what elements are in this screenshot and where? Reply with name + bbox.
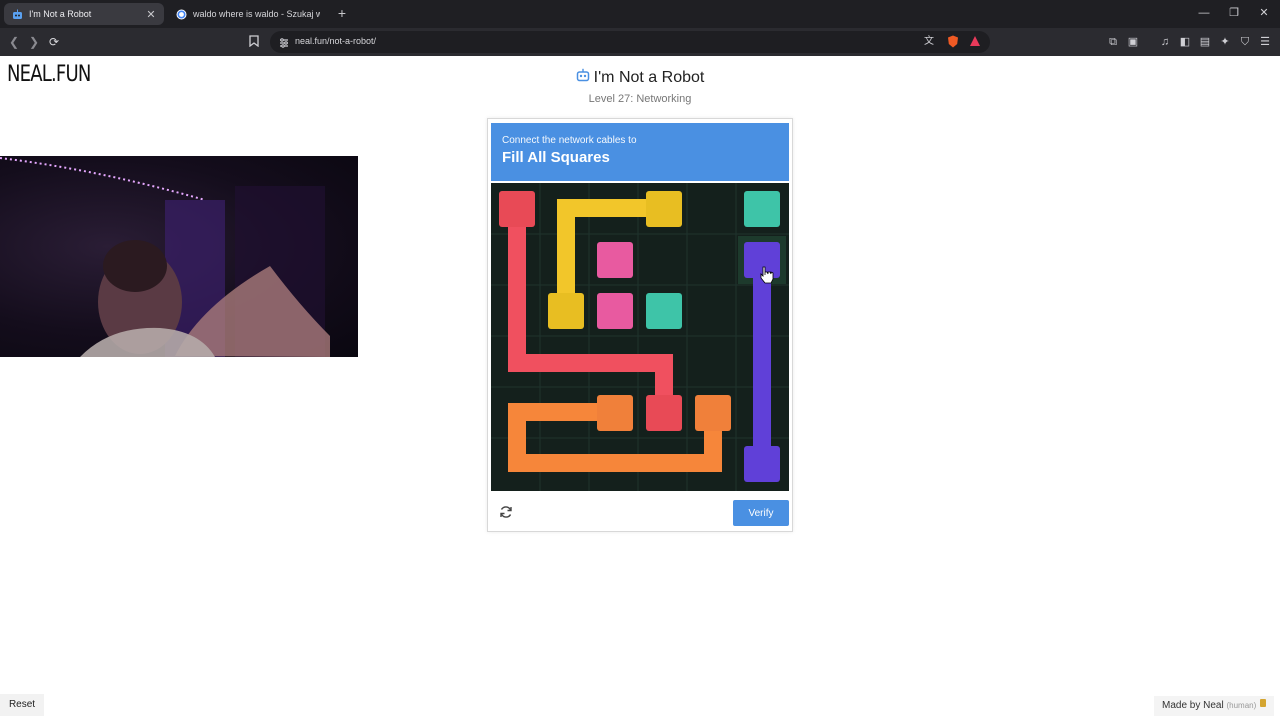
captcha-header: Connect the network cables to Fill All S… [491, 123, 789, 181]
site-info-icon[interactable] [278, 36, 290, 48]
webcam-overlay [0, 156, 358, 357]
captcha-footer: Verify [491, 493, 789, 529]
reset-button[interactable]: Reset [0, 694, 44, 716]
site-logo[interactable]: NEAL.FUN [7, 62, 91, 87]
page-heading: I'm Not a Robot Level 27: Networking [540, 68, 740, 105]
sidebar-icon[interactable]: ◧ [1178, 35, 1192, 49]
translate-icon[interactable]: 文 [922, 35, 936, 49]
captcha-instruction: Connect the network cables to [502, 135, 637, 146]
wallet-icon[interactable]: ▤ [1198, 35, 1212, 49]
node-red [646, 395, 682, 431]
node-pink [597, 242, 633, 278]
vpn-shield-icon[interactable]: ⛉ [1238, 35, 1252, 49]
forward-icon[interactable]: ❯ [26, 34, 42, 50]
robot-icon [12, 9, 23, 20]
node-teal [646, 293, 682, 329]
tab-bar: I'm Not a Robot ✕ waldo where is waldo -… [0, 0, 1280, 28]
cable-red [508, 209, 673, 413]
made-by-text: Made by Neal [1162, 700, 1224, 711]
captcha-goal: Fill All Squares [502, 149, 610, 166]
node-orange [597, 395, 633, 431]
menu-icon[interactable]: ☰ [1258, 35, 1272, 49]
browser-toolbar: ❮ ❯ ⟳ neal.fun/not-a-robot/ 文 ⧉ ▣ ♫ ◧ ▤ … [0, 28, 1280, 56]
new-tab-button[interactable]: + [334, 5, 350, 21]
node-purple [744, 446, 780, 482]
level-label: Level 27: Networking [588, 93, 692, 105]
brave-rewards-icon[interactable] [968, 35, 982, 49]
node-red [499, 191, 535, 227]
restore-icon[interactable]: ❐ [1226, 5, 1242, 21]
google-icon [176, 9, 187, 20]
tab-title: waldo where is waldo - Szukaj w Goo [193, 9, 320, 19]
url-text: neal.fun/not-a-robot/ [295, 36, 377, 46]
tab-google-search[interactable]: waldo where is waldo - Szukaj w Goo [168, 3, 328, 25]
minimize-icon[interactable]: — [1196, 5, 1212, 21]
media-icon[interactable]: ♫ [1158, 35, 1172, 49]
tab-title: I'm Not a Robot [29, 9, 92, 19]
robot-icon [576, 68, 590, 87]
node-orange [695, 395, 731, 431]
screenshot-icon[interactable]: ▣ [1126, 35, 1140, 49]
tab-not-a-robot[interactable]: I'm Not a Robot ✕ [4, 3, 164, 25]
close-tab-icon[interactable]: ✕ [146, 8, 156, 21]
made-by-badge[interactable]: Made by Neal (human) [1154, 696, 1274, 716]
extensions-icon[interactable]: ⧉ [1106, 35, 1120, 49]
network-board[interactable] [491, 183, 789, 491]
refresh-icon[interactable] [499, 505, 513, 519]
node-purple [744, 242, 780, 278]
node-yellow [548, 293, 584, 329]
back-icon[interactable]: ❮ [6, 34, 22, 50]
brave-shields-icon[interactable] [946, 35, 960, 49]
human-text: (human) [1226, 701, 1257, 710]
reload-icon[interactable]: ⟳ [46, 34, 62, 50]
address-bar[interactable]: neal.fun/not-a-robot/ 文 [270, 31, 990, 53]
bookmark-icon[interactable] [247, 35, 261, 49]
verify-button[interactable]: Verify [733, 500, 789, 526]
page-title: I'm Not a Robot [576, 68, 705, 87]
title-text: I'm Not a Robot [593, 68, 705, 86]
close-window-icon[interactable]: ✕ [1256, 5, 1272, 21]
captcha-widget: Connect the network cables to Fill All S… [487, 118, 793, 532]
node-teal [744, 191, 780, 227]
coffee-icon [1259, 699, 1267, 711]
node-pink [597, 293, 633, 329]
leo-ai-icon[interactable]: ✦ [1218, 35, 1232, 49]
node-yellow [646, 191, 682, 227]
